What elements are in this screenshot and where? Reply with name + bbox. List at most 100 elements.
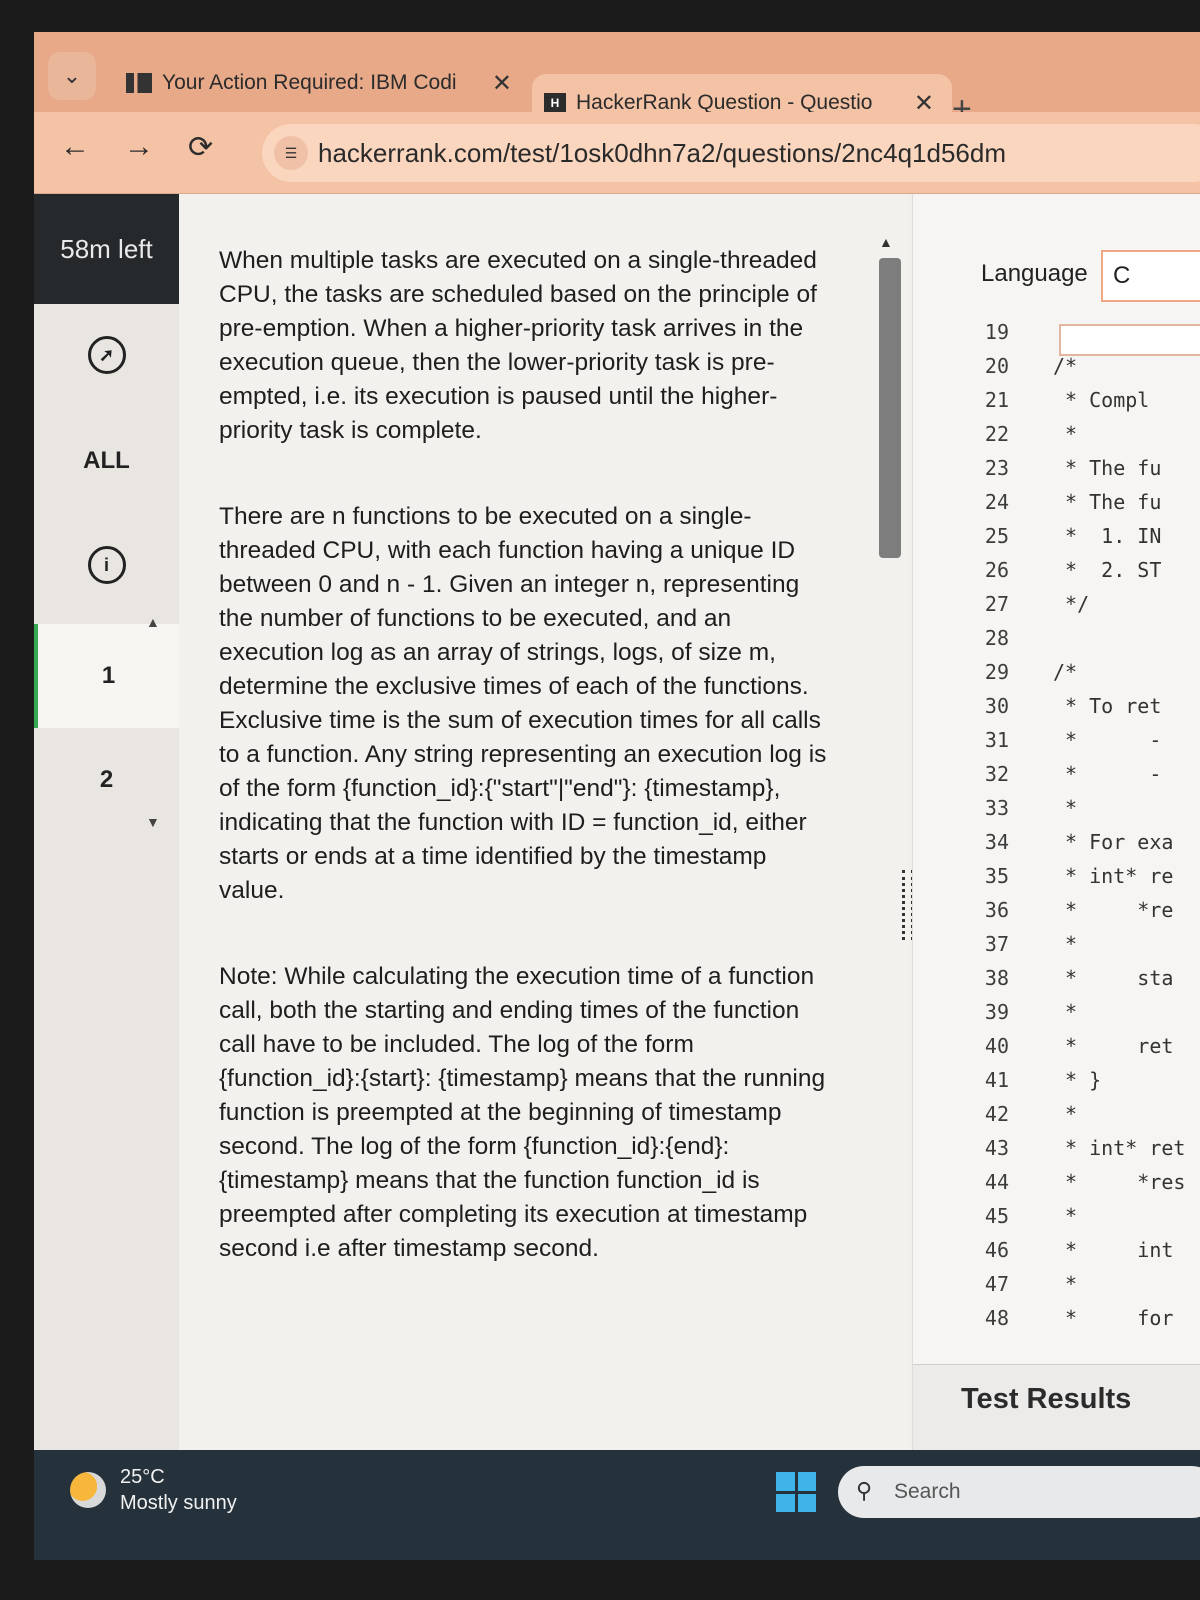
line-number: 26 (984, 558, 1009, 582)
test-results-label: Test Results (961, 1383, 1132, 1415)
code-line[interactable]: 32 * - (913, 762, 1200, 796)
weather-description[interactable]: Mostly sunny (120, 1492, 237, 1515)
line-code: /* (1053, 354, 1078, 378)
language-select[interactable]: C (1101, 250, 1200, 302)
line-code: * int (1053, 1238, 1174, 1262)
compass-icon: ➚ (87, 336, 126, 374)
line-code: * (1053, 796, 1078, 820)
line-code: * int* ret (1053, 1136, 1186, 1160)
line-code: * sta (1053, 966, 1174, 990)
line-code: * int* re (1053, 864, 1174, 888)
line-code: * (1053, 1272, 1078, 1296)
code-line[interactable]: 19 (913, 320, 1200, 354)
tab-strip: ⌄ Your Action Required: IBM Codi ✕ H Hac… (34, 32, 1200, 132)
line-number: 43 (984, 1136, 1009, 1160)
code-line[interactable]: 45 * (913, 1204, 1200, 1238)
code-line[interactable]: 43 * int* ret (913, 1136, 1200, 1170)
code-line[interactable]: 28 (913, 626, 1200, 660)
question-panel: When multiple tasks are executed on a si… (179, 194, 1011, 1450)
code-line[interactable]: 42 * (913, 1102, 1200, 1136)
search-icon: ⚲ (856, 1478, 873, 1503)
line-code: */ (1053, 592, 1090, 616)
line-number: 20 (984, 354, 1009, 378)
line-code: * For exa (1053, 830, 1174, 854)
line-number: 22 (984, 422, 1009, 446)
test-results-header[interactable]: Test Results (913, 1364, 1200, 1450)
code-line[interactable]: 48 * for (913, 1306, 1200, 1340)
tab-search-chevron-icon[interactable]: ⌄ (48, 52, 96, 100)
sidebar-info-button[interactable]: i (34, 530, 179, 600)
code-line[interactable]: 34 * For exa (913, 830, 1200, 864)
code-line[interactable]: 20 /* (913, 354, 1200, 388)
code-line[interactable]: 36 * *re (913, 898, 1200, 932)
search-label: Search (894, 1480, 961, 1503)
code-line[interactable]: 37 * (913, 932, 1200, 966)
code-line[interactable]: 26 * 2. ST (913, 558, 1200, 592)
taskbar-search[interactable]: ⚲ Search (838, 1466, 1200, 1518)
line-number: 45 (984, 1204, 1009, 1228)
code-line[interactable]: 23 * The fu (913, 456, 1200, 490)
line-number: 42 (984, 1102, 1009, 1126)
url-text: hackerrank.com/test/1osk0dhn7a2/question… (318, 138, 1006, 168)
line-number: 25 (984, 524, 1009, 548)
code-line[interactable]: 39 * (913, 1000, 1200, 1034)
code-line[interactable]: 33 * (913, 796, 1200, 830)
line-code: * The fu (1053, 490, 1162, 514)
forward-arrow-icon[interactable]: → (124, 130, 154, 164)
code-line[interactable]: 44 * *res (913, 1170, 1200, 1204)
line-code: * ret (1053, 1034, 1174, 1058)
code-line[interactable]: 35 * int* re (913, 864, 1200, 898)
line-code: * (1053, 1000, 1078, 1024)
code-line[interactable]: 21 * Compl (913, 388, 1200, 422)
code-line[interactable]: 41 * } (913, 1068, 1200, 1102)
code-line[interactable]: 47 * (913, 1272, 1200, 1306)
code-line[interactable]: 30 * To ret (913, 694, 1200, 728)
windows-start-icon[interactable] (776, 1472, 816, 1512)
sidebar-compass-button[interactable]: ➚ (34, 320, 179, 390)
code-line[interactable]: 29 /* (913, 660, 1200, 694)
browser-toolbar: ← → ⟳ ☰ hackerrank.com/test/1osk0dhn7a2/… (34, 112, 1200, 194)
line-number: 23 (984, 456, 1009, 480)
code-line[interactable]: 31 * - (913, 728, 1200, 762)
line-number: 32 (984, 762, 1009, 786)
line-code: * - (1053, 762, 1162, 786)
line-code: * 1. IN (1053, 524, 1162, 548)
time-left: 58m left (34, 194, 179, 304)
line-number: 44 (984, 1170, 1009, 1194)
scroll-up-icon[interactable]: ▲ (879, 234, 893, 250)
reload-icon[interactable]: ⟳ (188, 130, 213, 165)
line-number: 34 (984, 830, 1009, 854)
code-line[interactable]: 46 * int (913, 1238, 1200, 1272)
scroll-down-icon[interactable]: ▼ (146, 814, 160, 830)
line-code: * (1053, 1204, 1078, 1228)
line-number: 30 (984, 694, 1009, 718)
question-list-scroll[interactable]: ▲ ▼ (146, 614, 176, 834)
address-bar[interactable]: ☰ hackerrank.com/test/1osk0dhn7a2/questi… (262, 124, 1200, 182)
line-number: 40 (984, 1034, 1009, 1058)
line-number: 36 (984, 898, 1009, 922)
code-line[interactable]: 22 * (913, 422, 1200, 456)
line-number: 37 (984, 932, 1009, 956)
code-line[interactable]: 24 * The fu (913, 490, 1200, 524)
line-number: 28 (984, 626, 1009, 650)
line-code: * - (1053, 728, 1162, 752)
code-line[interactable]: 40 * ret (913, 1034, 1200, 1068)
weather-sun-cloud-icon[interactable] (70, 1472, 106, 1508)
close-tab-icon[interactable]: ✕ (492, 69, 512, 98)
code-line[interactable]: 38 * sta (913, 966, 1200, 1000)
line-code: * for (1053, 1306, 1174, 1330)
site-settings-icon[interactable]: ☰ (274, 136, 308, 170)
question-scrollbar[interactable] (879, 258, 901, 558)
line-code: * (1053, 932, 1078, 956)
line-number: 35 (984, 864, 1009, 888)
line-number: 24 (984, 490, 1009, 514)
tab-ibm[interactable]: Your Action Required: IBM Codi ✕ (120, 58, 530, 108)
code-line[interactable]: 25 * 1. IN (913, 524, 1200, 558)
language-label: Language (981, 260, 1088, 287)
back-arrow-icon[interactable]: ← (60, 130, 90, 164)
sidebar-item-all[interactable]: ALL (34, 426, 179, 496)
ibm-icon (126, 73, 152, 93)
scroll-up-icon[interactable]: ▲ (146, 614, 160, 630)
code-line[interactable]: 27 */ (913, 592, 1200, 626)
temperature[interactable]: 25°C (120, 1466, 165, 1489)
